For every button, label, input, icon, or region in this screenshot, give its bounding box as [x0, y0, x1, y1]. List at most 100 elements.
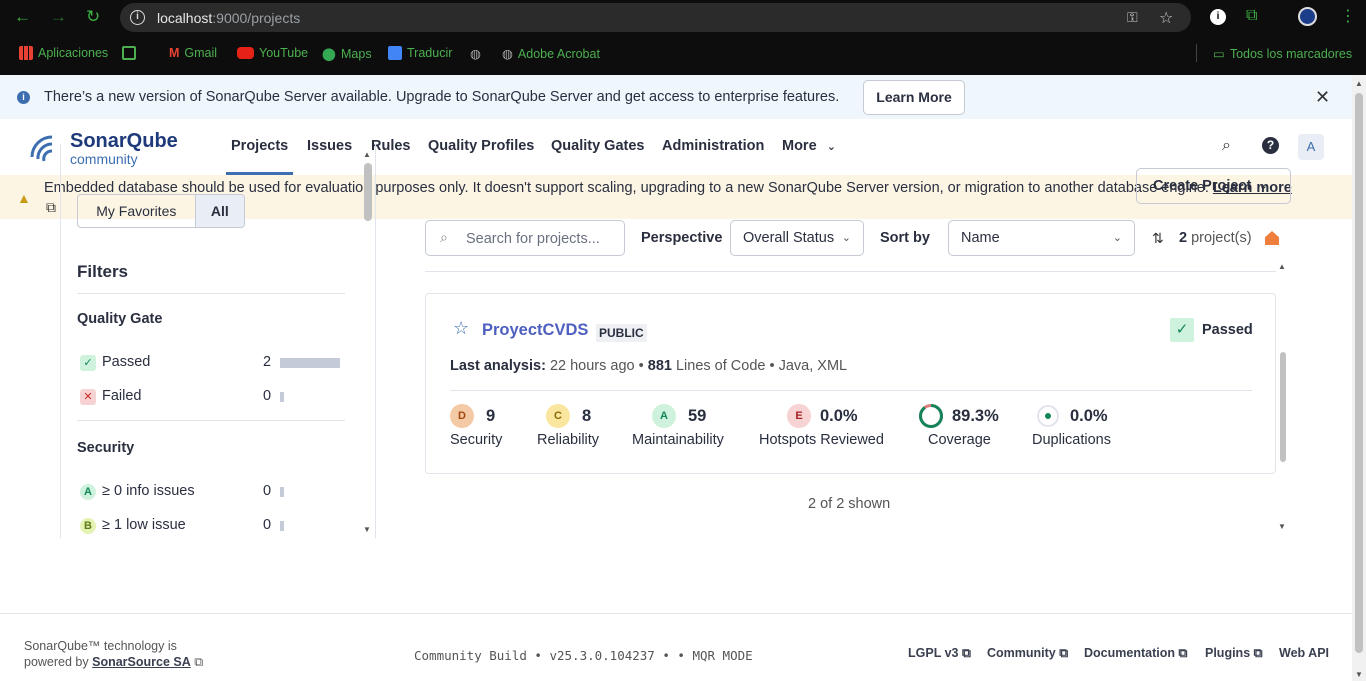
web-api-link[interactable]: Web API: [1279, 646, 1329, 660]
back-icon[interactable]: ←: [14, 8, 31, 25]
extension-icon[interactable]: i: [1210, 9, 1226, 25]
filter-bar: [280, 487, 284, 497]
scroll-up-icon[interactable]: ▲: [1278, 262, 1286, 271]
filter-bar: [280, 392, 284, 402]
scroll-down-icon[interactable]: ▼: [363, 525, 371, 534]
cross-icon: ✕: [80, 389, 96, 405]
info-icon: i: [17, 91, 30, 104]
bookmark-label: Adobe Acrobat: [517, 46, 600, 61]
documentation-link[interactable]: Documentation ⧉: [1084, 646, 1187, 661]
help-icon[interactable]: ?: [1262, 137, 1279, 154]
external-link-icon: ⧉: [961, 646, 971, 660]
rating-a-badge: A: [80, 484, 96, 500]
bookmark-traducir[interactable]: Traducir: [388, 46, 452, 60]
bookmark-label: Traducir: [407, 46, 453, 60]
create-project-button[interactable]: Create Project ⌄: [1136, 168, 1291, 204]
nav-more[interactable]: More ⌄: [782, 138, 836, 154]
footer-powered: powered by SonarSource SA ⧉: [24, 655, 203, 670]
search-icon[interactable]: ⌕: [1222, 137, 1231, 155]
sidebar-scrollbar[interactable]: ▲ ▼: [363, 150, 373, 534]
scroll-thumb[interactable]: [1280, 352, 1286, 462]
scroll-up-icon[interactable]: ▲: [1355, 79, 1363, 88]
upgrade-banner-text: There’s a new version of SonarQube Serve…: [44, 89, 840, 105]
menu-icon[interactable]: ⋮: [1340, 6, 1356, 26]
list-top-border: [425, 271, 1276, 272]
plugins-link[interactable]: Plugins ⧉: [1205, 646, 1263, 661]
project-card: ☆ ProyectCVDS PUBLIC ✓ Passed Last analy…: [425, 293, 1276, 474]
sort-select[interactable]: Name ⌄: [948, 220, 1135, 256]
bookmark-label: Aplicaciones: [38, 46, 109, 60]
community-link[interactable]: Community ⧉: [987, 646, 1068, 661]
my-favorites-button[interactable]: My Favorites: [78, 195, 195, 227]
search-icon: ⌕: [440, 229, 448, 245]
grid-icon: [122, 46, 136, 60]
chevron-down-icon: ⌄: [826, 141, 836, 153]
favorites-toggle: My Favorites All: [77, 194, 245, 228]
reload-icon[interactable]: ↻: [86, 8, 100, 25]
perspective-select[interactable]: Overall Status ⌄: [730, 220, 864, 256]
apps-grid-icon: [19, 46, 33, 60]
bookmark-label: Maps: [341, 46, 372, 61]
page-scrollbar[interactable]: ▲ ▼: [1352, 75, 1366, 681]
filter-count: 2: [263, 354, 272, 370]
filter-count: 0: [263, 517, 272, 533]
perspective-label: Perspective: [641, 230, 723, 246]
bookmark-grid[interactable]: [122, 46, 136, 60]
visibility-badge: PUBLIC: [596, 324, 647, 342]
forward-icon[interactable]: →: [50, 8, 67, 25]
filter-count: 0: [263, 388, 272, 404]
address-bar[interactable]: i localhost:9000/projects ⚿ ☆: [120, 3, 1191, 32]
rating-a-badge: A: [652, 404, 676, 428]
projects-scrollbar[interactable]: ▲ ▼: [1278, 262, 1288, 534]
scroll-thumb[interactable]: [364, 163, 372, 221]
filter-security-b[interactable]: B ≥ 1 low issue 0: [80, 516, 342, 536]
profile-avatar-icon[interactable]: [1298, 7, 1317, 26]
puzzle-extensions-icon[interactable]: ⧉: [1246, 7, 1257, 25]
filter-passed[interactable]: ✓ Passed 2: [80, 353, 342, 373]
external-link-icon[interactable]: ⧉: [46, 199, 56, 216]
nav-rules[interactable]: Rules: [371, 138, 411, 154]
metric-name: Security: [450, 432, 503, 448]
learn-more-button[interactable]: Learn More: [863, 80, 965, 115]
languages: Java, XML: [778, 358, 848, 374]
sonarsource-link[interactable]: SonarSource SA: [92, 655, 191, 669]
nav-quality-gates[interactable]: Quality Gates: [551, 138, 644, 154]
close-icon[interactable]: ✕: [1315, 87, 1330, 108]
all-button[interactable]: All: [194, 195, 244, 227]
favorite-star-icon[interactable]: ☆: [453, 318, 469, 339]
warning-icon: ▲: [17, 190, 31, 206]
scroll-down-icon[interactable]: ▼: [1278, 522, 1286, 531]
filter-count: 0: [263, 483, 272, 499]
avatar[interactable]: A: [1298, 134, 1324, 160]
nav-quality-profiles[interactable]: Quality Profiles: [428, 138, 534, 154]
filter-label: Failed: [102, 388, 142, 404]
bookmark-adobe[interactable]: ◍ Adobe Acrobat: [502, 46, 600, 62]
filter-failed[interactable]: ✕ Failed 0: [80, 387, 342, 407]
scroll-down-icon[interactable]: ▼: [1355, 670, 1363, 679]
community-label: Community: [987, 646, 1056, 660]
create-project-label: Create Project: [1153, 178, 1252, 194]
filter-bar: [280, 521, 284, 531]
bookmark-star-icon[interactable]: ☆: [1159, 8, 1173, 28]
lgpl-link[interactable]: LGPL v3 ⧉: [908, 646, 971, 661]
sort-direction-icon[interactable]: ⇅: [1152, 230, 1164, 247]
project-name-link[interactable]: ProyectCVDS: [482, 321, 588, 340]
metric-value: 9: [486, 407, 496, 425]
bookmark-apps[interactable]: Aplicaciones: [19, 46, 108, 60]
bookmark-globe[interactable]: ◍: [470, 46, 481, 61]
site-info-icon[interactable]: i: [130, 10, 145, 25]
bookmark-maps[interactable]: ⬤ Maps: [322, 46, 372, 62]
filter-security-a[interactable]: A ≥ 0 info issues 0: [80, 482, 342, 502]
scroll-up-icon[interactable]: ▲: [363, 150, 371, 159]
key-icon[interactable]: ⚿: [1127, 9, 1138, 26]
bookmark-all[interactable]: ▭ Todos los marcadores: [1213, 46, 1352, 62]
footer: SonarQube™ technology is powered by Sona…: [0, 613, 1352, 681]
metric-value: 0.0%: [820, 407, 858, 425]
youtube-icon: [237, 47, 254, 59]
bookmark-gmail[interactable]: M Gmail: [169, 46, 217, 60]
loc-label: Lines of Code: [675, 358, 766, 374]
nav-administration[interactable]: Administration: [662, 138, 764, 154]
scroll-thumb[interactable]: [1355, 93, 1363, 653]
bookmark-youtube[interactable]: YouTube: [237, 46, 308, 60]
search-input[interactable]: ⌕ Search for projects...: [425, 220, 625, 256]
